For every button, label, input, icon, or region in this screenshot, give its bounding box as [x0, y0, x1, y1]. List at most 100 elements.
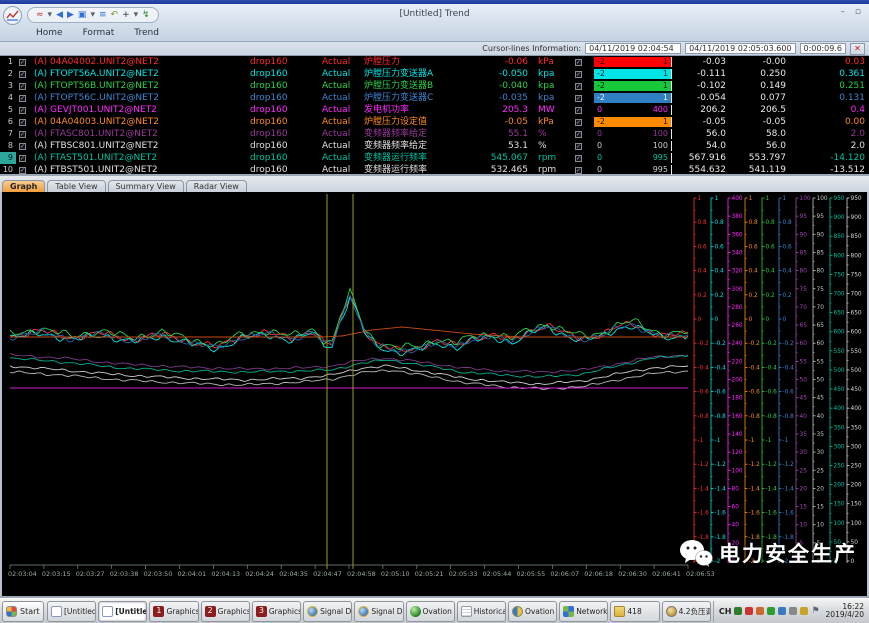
row-visible-checkbox[interactable]: ✓	[19, 59, 26, 66]
row-number[interactable]: 5	[0, 104, 16, 116]
taskbar-button[interactable]: [Untitled] T...	[98, 601, 147, 622]
row-scale-checkbox[interactable]: ✓	[575, 155, 582, 162]
axis-tick-label: 240	[732, 341, 743, 347]
row-number[interactable]: 3	[0, 80, 16, 92]
table-row[interactable]: 1✓(A) 04A04002.UNIT2@NET2drop160Actual炉膛…	[0, 56, 869, 68]
row-number[interactable]: 10	[0, 164, 16, 176]
taskbar-button[interactable]: [Untitled] Tr...	[47, 601, 96, 622]
taskbar-button[interactable]: Signal Diagra...	[354, 601, 403, 622]
ribbon-tab-home[interactable]: Home	[36, 28, 63, 41]
row-scale-checkbox[interactable]: ✓	[575, 83, 582, 90]
view-tab-graph[interactable]: Graph	[2, 180, 45, 192]
cursor1-value: -0.102	[674, 80, 730, 92]
forward-arrow-icon[interactable]: ▶	[67, 11, 74, 20]
row-number[interactable]: 2	[0, 68, 16, 80]
restore-button[interactable]: ▫	[855, 7, 861, 17]
taskbar-button[interactable]: 1Graphics - -...	[149, 601, 198, 622]
ribbon-tab-trend[interactable]: Trend	[134, 28, 159, 41]
row-number[interactable]: 7	[0, 128, 16, 140]
axis-tick-label: -0.2	[698, 341, 710, 347]
table-row[interactable]: 10✓(A) FTBST501.UNIT2@NET2drop160Actual变…	[0, 164, 869, 176]
tray-icon[interactable]	[756, 607, 764, 615]
row-visible-checkbox[interactable]: ✓	[19, 167, 26, 174]
tray-icon[interactable]	[800, 607, 808, 615]
taskbar-button[interactable]: Historical Re...	[457, 601, 506, 622]
export-window-icon[interactable]: ▣	[78, 11, 87, 20]
minimize-button[interactable]: –	[841, 7, 846, 17]
dropdown-icon[interactable]: ▾	[48, 11, 53, 20]
row-number[interactable]: 9	[0, 152, 16, 164]
row-number[interactable]: 8	[0, 140, 16, 152]
trend-plot[interactable]: 02:03:0402:03:1502:03:2702:03:3802:03:50…	[2, 192, 869, 596]
ribbon-tab-format[interactable]: Format	[83, 28, 115, 41]
row-visible-checkbox[interactable]: ✓	[19, 95, 26, 102]
row-visible-checkbox[interactable]: ✓	[19, 71, 26, 78]
axis-tick-label: 0.8	[715, 220, 725, 226]
taskbar-button[interactable]: Ovation Alar...	[406, 601, 455, 622]
row-scale-checkbox[interactable]: ✓	[575, 71, 582, 78]
row-visible-checkbox[interactable]: ✓	[19, 131, 26, 138]
axis-tick-label: 350	[834, 425, 845, 431]
view-tab-bar: GraphTable ViewSummary ViewRadar View	[0, 176, 869, 192]
tray-icon[interactable]	[745, 607, 753, 615]
undo-icon[interactable]: ↶	[111, 11, 119, 20]
row-number[interactable]: 1	[0, 56, 16, 68]
tray-date: 2019/4/20	[826, 611, 864, 619]
row-scale-checkbox[interactable]: ✓	[575, 167, 582, 174]
view-tab-summary-view[interactable]: Summary View	[108, 180, 184, 192]
back-arrow-icon[interactable]: ◀	[56, 11, 63, 20]
row-scale-checkbox[interactable]: ✓	[575, 143, 582, 150]
table-row[interactable]: 7✓(A) FTASC801.UNIT2@NET2drop160Actual变频…	[0, 128, 869, 140]
axis-tick-label: 25	[817, 468, 825, 474]
taskbar-button[interactable]: Ovation Poin...	[508, 601, 557, 622]
tray-icon[interactable]	[778, 607, 786, 615]
row-scale-checkbox[interactable]: ✓	[575, 59, 582, 66]
table-row[interactable]: 4✓(A) FTOPT56C.UNIT2@NET2drop160Actual炉膛…	[0, 92, 869, 104]
view-tab-table-view[interactable]: Table View	[47, 180, 105, 192]
language-indicator[interactable]: CH	[719, 607, 732, 616]
table-row[interactable]: 2✓(A) FTOPT56A.UNIT2@NET2drop160Actual炉膛…	[0, 68, 869, 80]
table-row[interactable]: 6✓(A) 04A04003.UNIT2@NET2drop160Actual炉膛…	[0, 116, 869, 128]
live-trend-icon[interactable]: ↯	[142, 11, 150, 20]
view-tab-radar-view[interactable]: Radar View	[186, 180, 247, 192]
table-row[interactable]: 3✓(A) FTOPT56B.UNIT2@NET2drop160Actual炉膛…	[0, 80, 869, 92]
globe-icon	[358, 606, 369, 617]
add-pen-icon[interactable]: +	[122, 11, 130, 20]
trend-chart-icon[interactable]: ≈	[36, 11, 44, 20]
taskbar-button[interactable]: 3Graphics - -...	[252, 601, 301, 622]
row-scale-checkbox[interactable]: ✓	[575, 107, 582, 114]
row-scale-checkbox[interactable]: ✓	[575, 131, 582, 138]
row-visible-checkbox[interactable]: ✓	[19, 107, 26, 114]
trend-chart[interactable]: 02:03:0402:03:1502:03:2702:03:3802:03:50…	[0, 192, 869, 596]
dropdown-icon[interactable]: ▾	[134, 11, 139, 20]
app-logo-icon[interactable]	[3, 6, 22, 25]
table-row[interactable]: 5✓(A) GEVJT001.UNIT2@NET2drop160Actual发电…	[0, 104, 869, 116]
axis-tick-label: 65	[800, 323, 808, 329]
row-scale-checkbox[interactable]: ✓	[575, 119, 582, 126]
row-number[interactable]: 6	[0, 116, 16, 128]
row-number[interactable]: 4	[0, 92, 16, 104]
taskbar-button[interactable]: 418	[610, 601, 659, 622]
close-cursor-info-button[interactable]: ✕	[850, 43, 865, 55]
table-row[interactable]: 8✓(A) FTBSC801.UNIT2@NET2drop160Actual变频…	[0, 140, 869, 152]
dropdown-icon[interactable]: ▾	[90, 11, 95, 20]
taskbar-button[interactable]: Signal Diagra...	[303, 601, 352, 622]
taskbar-button[interactable]: 2Graphics - -...	[201, 601, 250, 622]
tray-icon[interactable]	[734, 607, 742, 615]
flag-icon[interactable]: ⚑	[811, 606, 819, 616]
row-visible-checkbox[interactable]: ✓	[19, 119, 26, 126]
list-view-icon[interactable]: ≡	[99, 11, 107, 20]
taskbar-button[interactable]: 4.2负压调...	[662, 601, 711, 622]
row-visible-checkbox[interactable]: ✓	[19, 83, 26, 90]
tray-icon[interactable]	[789, 607, 797, 615]
start-button[interactable]: Start	[2, 601, 44, 622]
row-visible-checkbox[interactable]: ✓	[19, 143, 26, 150]
cursor-info-label: Cursor-lines Information:	[482, 44, 581, 53]
row-scale-checkbox[interactable]: ✓	[575, 95, 582, 102]
table-row[interactable]: 9✓(A) FTAST501.UNIT2@NET2drop160Actual变频…	[0, 152, 869, 164]
tray-icon[interactable]	[767, 607, 775, 615]
row-visible-checkbox[interactable]: ✓	[19, 155, 26, 162]
taskbar-button[interactable]: Network and...	[559, 601, 608, 622]
axis-tick-label: 95	[800, 214, 808, 220]
clock[interactable]: 16:222019/4/20	[823, 603, 867, 619]
